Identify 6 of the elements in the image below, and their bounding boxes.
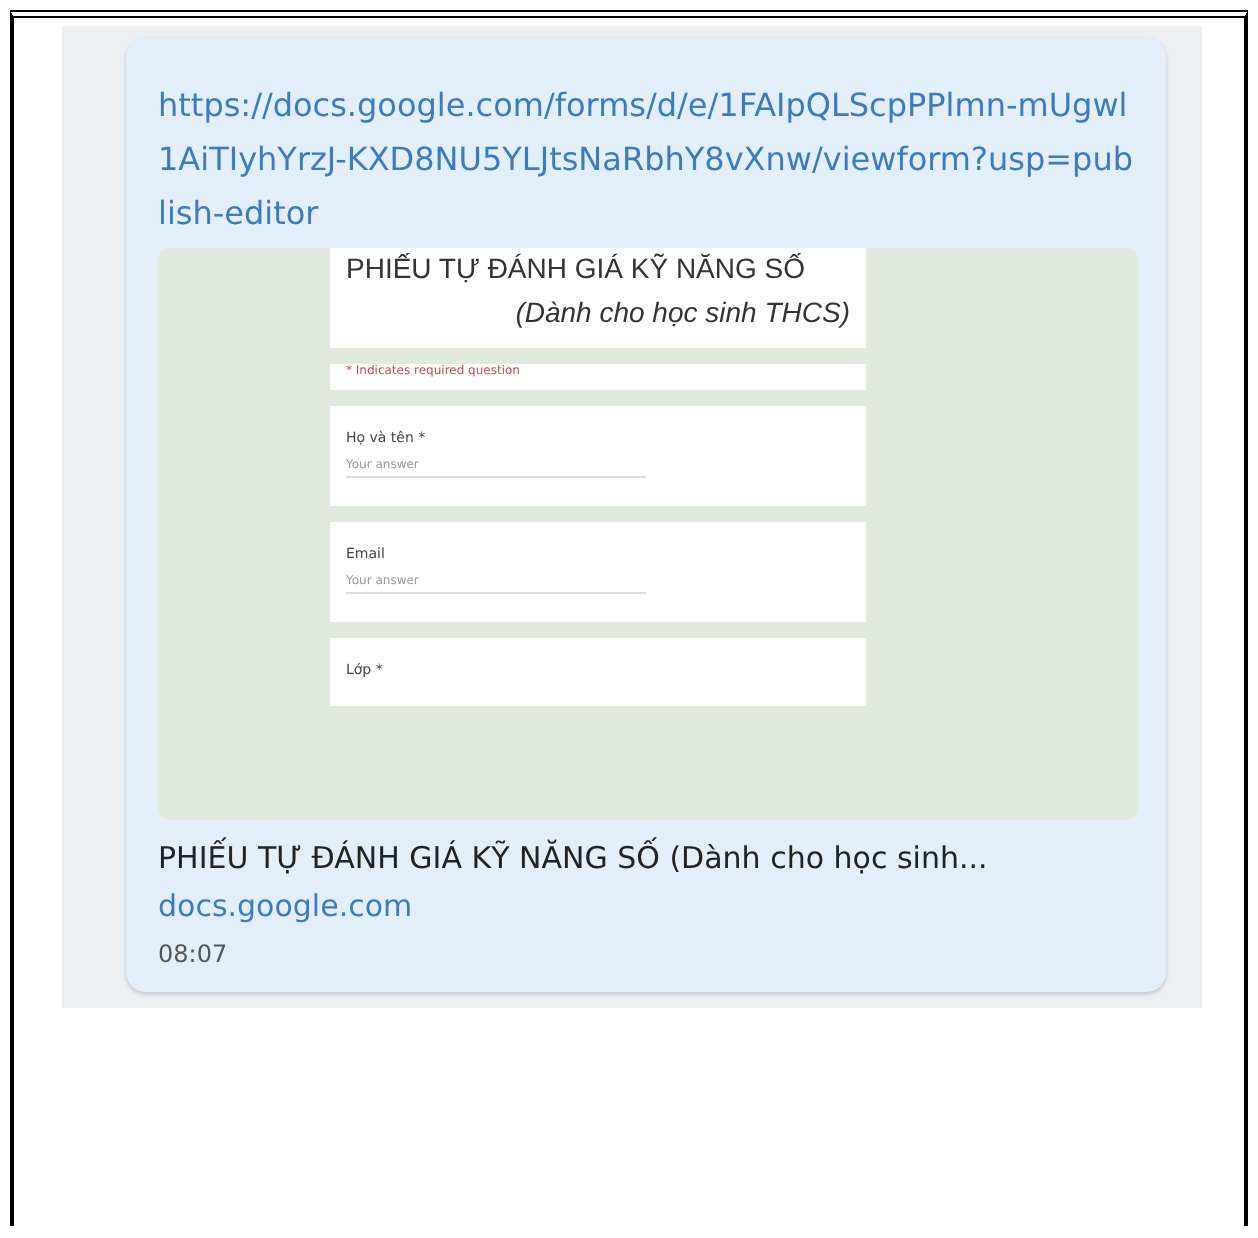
- form-link[interactable]: https://docs.google.com/forms/d/e/1FAIpQLScpPPlmn-mUgwl1AiTIyhYrzJ-KXD8NU5YLJtsNaRbhY8vXnw/viewform?usp=publish-editor: [158, 78, 1138, 240]
- domain-link[interactable]: docs.google.com: [158, 888, 413, 924]
- form-title: PHIẾU TỰ ĐÁNH GIÁ KỸ NĂNG SỐ: [346, 252, 808, 284]
- message-time: 08:07: [158, 940, 230, 968]
- form-subtitle: (Dành cho học sinh THCS): [515, 296, 850, 328]
- preview-title: PHIẾU TỰ ĐÁNH GIÁ KỸ NĂNG SỐ (Dành cho học sinh...: [158, 840, 990, 876]
